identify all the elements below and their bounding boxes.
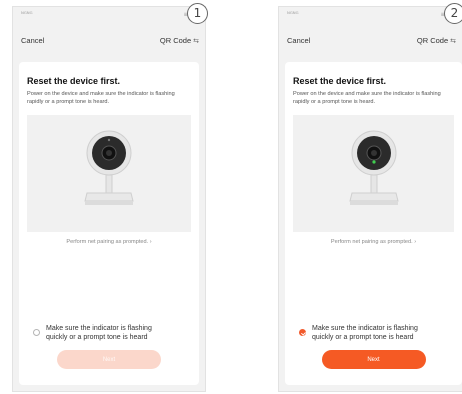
pair-guide-link[interactable]: Perform net pairing as prompted. › <box>19 239 199 245</box>
camera-icon <box>84 130 134 205</box>
qr-switch-icon: ⇆ <box>193 38 199 45</box>
chevron-right-icon: › <box>414 239 417 245</box>
qr-switch-icon: ⇆ <box>450 38 456 45</box>
reset-card: Reset the device first. Power on the dev… <box>285 62 462 385</box>
status-bar: ᴺᴳᴺᴳ ≡ ▮▮ <box>287 11 454 21</box>
chevron-right-icon: › <box>149 239 152 245</box>
card-description: Power on the device and make sure the in… <box>27 91 175 105</box>
confirm-radio[interactable] <box>33 329 40 336</box>
cancel-button[interactable]: Cancel <box>21 36 44 45</box>
phone-screen-1: ᴺᴳᴺᴳ ≡ ▮▮ Cancel QR Code⇆ Reset the devi… <box>12 6 206 392</box>
confirm-text-line-1: Make sure the indicator is flashing <box>46 325 152 332</box>
card-title: Reset the device first. <box>27 76 121 86</box>
cancel-button[interactable]: Cancel <box>287 36 310 45</box>
card-description: Power on the device and make sure the in… <box>293 91 441 105</box>
pair-guide-link[interactable]: Perform net pairing as prompted. › <box>285 239 462 245</box>
phone-screen-2: ᴺᴳᴺᴳ ≡ ▮▮ Cancel QR Code⇆ Reset the devi… <box>278 6 462 392</box>
signal-icon: ᴺᴳᴺᴳ <box>287 11 299 18</box>
confirm-row[interactable]: Make sure the indicator is flashing quick… <box>33 325 193 343</box>
confirm-text-line-2: quickly or a prompt tone is heard <box>46 333 148 341</box>
qr-code-button[interactable]: QR Code ⇆ <box>417 36 456 45</box>
pair-guide-text: Perform net pairing as prompted. <box>66 239 149 245</box>
confirm-row[interactable]: Make sure the indicator is flashing quick… <box>299 325 456 343</box>
signal-icon: ᴺᴳᴺᴳ <box>21 11 33 18</box>
reset-card: Reset the device first. Power on the dev… <box>19 62 199 385</box>
pair-guide-text: Perform net pairing as prompted. <box>330 239 413 245</box>
next-button[interactable]: Next <box>321 350 426 369</box>
nav-bar: Cancel QR Code ⇆ <box>287 36 456 48</box>
next-button[interactable]: Next <box>57 350 161 369</box>
camera-illustration <box>293 115 454 232</box>
qr-code-button[interactable]: QR Code ⇆ <box>160 36 199 45</box>
confirm-text-line-2: quickly or a prompt tone is heard <box>312 333 414 341</box>
nav-bar: Cancel QR Code ⇆ <box>21 36 199 48</box>
confirm-text: Make sure the indicator is flashing quick… <box>312 325 418 342</box>
confirm-radio[interactable] <box>299 329 306 336</box>
card-title: Reset the device first. <box>293 76 387 86</box>
qr-code-label: QR Code <box>159 36 192 45</box>
camera-illustration <box>27 115 191 232</box>
step-number-1: 1 <box>187 3 208 24</box>
camera-icon <box>348 130 399 205</box>
confirm-text-line-1: Make sure the indicator is flashing <box>312 325 418 332</box>
status-bar: ᴺᴳᴺᴳ ≡ ▮▮ <box>21 11 197 21</box>
step-number-2: 2 <box>444 3 462 24</box>
qr-code-label: QR Code <box>416 36 449 45</box>
confirm-text: Make sure the indicator is flashing quick… <box>46 325 152 342</box>
